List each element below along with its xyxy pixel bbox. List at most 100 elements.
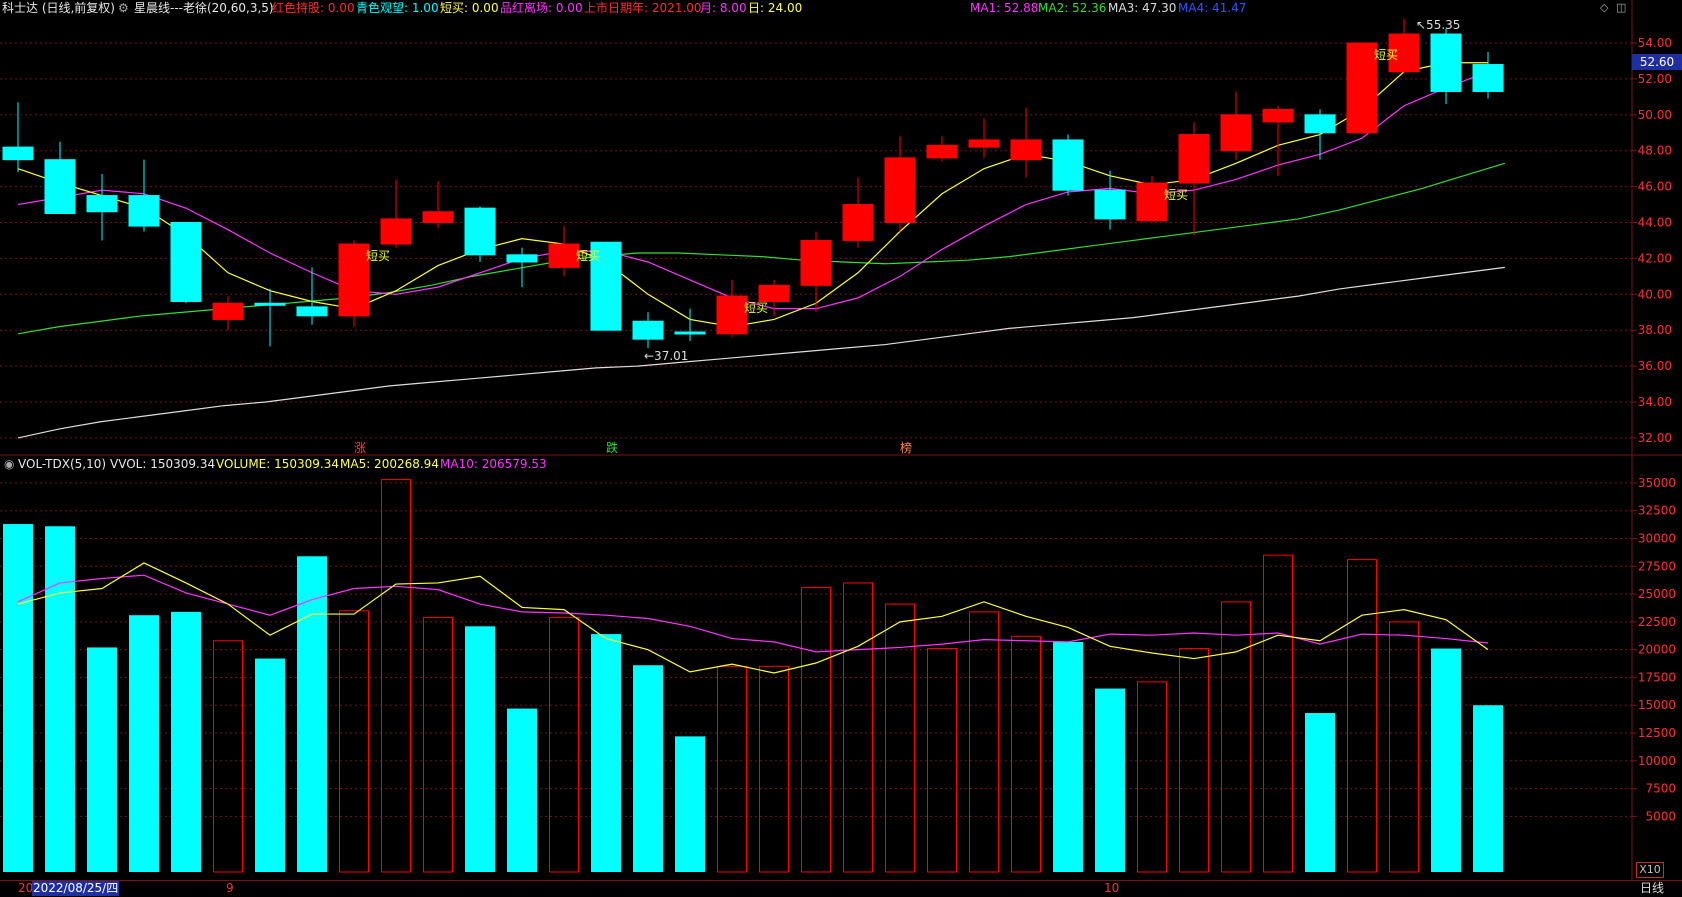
indicator-name[interactable]: 星晨线---老徐(20,60,3,5) [134,0,274,16]
candle-body-up [842,204,874,241]
diamond-icon[interactable]: ◇ [1600,0,1608,16]
param-list-year: 上市日期年: 2021.00 [584,1,702,15]
x10-scale-button[interactable]: X10 [1636,862,1664,878]
candle-body-up [716,295,748,335]
candle-body-up [800,239,832,286]
price-tick-label: 44.00 [1638,216,1672,230]
short-buy-label: 短买 [1164,188,1188,202]
volume-bar-up [717,665,747,873]
low-price-annotation: ←37.01 [644,349,688,363]
volume-bar-up [1263,554,1293,873]
param-month: 月: 8.00 [700,1,747,15]
price-tick-label: 38.00 [1638,323,1672,337]
volume-bar-down [507,708,537,872]
volume-bar-down [633,665,663,872]
volume-bar-up [1347,559,1377,873]
volume-bar-down [129,615,159,872]
short-buy-label: 短买 [576,249,600,263]
volume-bar-up [1179,648,1209,873]
candle-body-down [632,320,664,340]
volume-tick-label: 35000 [1638,476,1676,490]
candle-body-up [884,157,916,224]
volume-bar-down [87,647,117,872]
candle-body-up [1136,182,1168,222]
candle-body-down [44,159,76,215]
volume-bar-down [1473,705,1503,872]
price-tick-label: 50.00 [1638,108,1672,122]
param-red-hold: 红色持股: 0.00 [272,1,355,15]
price-tick-label: 40.00 [1638,287,1672,301]
time-axis-prefix: 20 [18,881,34,895]
volume-tick-label: 15000 [1638,698,1676,712]
ma2-line [17,71,1489,310]
short-buy-label: 短买 [1374,48,1398,62]
panel-toggle-icon[interactable]: ◫ [1616,0,1626,16]
volume-tick-label: 7500 [1645,782,1676,796]
volume-bar-up [423,616,453,873]
candle-body-up [1262,108,1294,123]
volume-ma5-line [17,562,1489,674]
ma1-readout: MA1: 52.88 [970,1,1039,15]
volume-bar-up [1011,635,1041,873]
event-marker: 榜 [900,440,912,455]
candle-body-down [1304,114,1336,134]
candle-body-up [968,139,1000,148]
volume-bar-down [465,626,495,872]
volume-bar-down [591,634,621,872]
candle-body-down [506,254,538,263]
selected-date: 2022/08/25/四 [32,881,120,896]
candle-body-up [1178,134,1210,184]
volume-bar-up [969,611,999,873]
candle-body-up [926,144,958,159]
candle-body-up [212,302,244,320]
settings-icon[interactable]: ⚙ [118,0,129,16]
collapse-icon[interactable]: ◉ [4,456,14,472]
ma4-readout: MA4: 41.47 [1178,1,1247,15]
volume-tick-label: 20000 [1638,643,1676,657]
candle-body-down [86,195,118,213]
volume-bar-up [927,648,957,873]
volume-bar-down [1305,713,1335,872]
volume-bar-down [45,526,75,872]
volume-ma10-readout: MA10: 206579.53 [440,457,547,471]
volume-bar-down [171,611,201,872]
volume-bar-down [255,658,285,872]
volume-tick-label: 17500 [1638,670,1676,684]
volume-bar-down [675,736,705,872]
param-cyan-watch: 青色观望: 1.00 [356,1,439,15]
time-axis[interactable]: 20 2022/08/25/四 9 10 日线 [0,880,1682,897]
short-buy-label: 短买 [366,249,390,263]
volume-tick-label: 10000 [1638,754,1676,768]
candle-body-down [1052,139,1084,191]
event-marker: 跌 [606,440,618,455]
chart-canvas[interactable]: 54.00 52.00 50.00 48.00 46.00 44.00 42.00 40.00… [0,0,1682,896]
period-selector[interactable]: 日线 [1640,881,1664,896]
price-tick-label: 34.00 [1638,395,1672,409]
ma3-readout: MA3: 47.30 [1108,1,1177,15]
candle-body-up [548,243,580,268]
price-tick-label: 42.00 [1638,251,1672,265]
param-short-buy: 短买: 0.00 [440,1,499,15]
candle-body-up [1220,114,1252,152]
volume-tick-label: 30000 [1638,531,1676,545]
candle-body-up [1346,42,1378,134]
price-tick-label: 48.00 [1638,144,1672,158]
volume-header: ◉ VOL-TDX(5,10) VVOL: 150309.34 VOLUME: … [0,456,1660,472]
current-price-tag: 52.60 [1632,54,1682,70]
indicator-header: 科士达 (日线,前复权) ⚙ 星晨线---老徐(20,60,3,5) 红色持股:… [0,0,1682,16]
candle-body-down [464,207,496,256]
volume-bar-up [801,586,831,873]
volume-bar-up [213,640,243,873]
volume-tick-label: 22500 [1638,615,1676,629]
month-label-9: 9 [226,881,234,895]
volume-tick-label: 27500 [1638,559,1676,573]
stock-label[interactable]: 科士达 (日线,前复权) [2,0,115,16]
ma2-readout: MA2: 52.36 [1038,1,1107,15]
volume-bar-down [1431,648,1461,872]
event-marker: 涨 [354,440,366,455]
volume-bar-up [1389,621,1419,873]
param-magenta-exit: 品红离场: 0.00 [500,1,583,15]
price-tick-label: 52.00 [1638,72,1672,86]
candle-body-down [674,331,706,335]
volume-indicator-name[interactable]: VOL-TDX(5,10) [18,456,106,472]
